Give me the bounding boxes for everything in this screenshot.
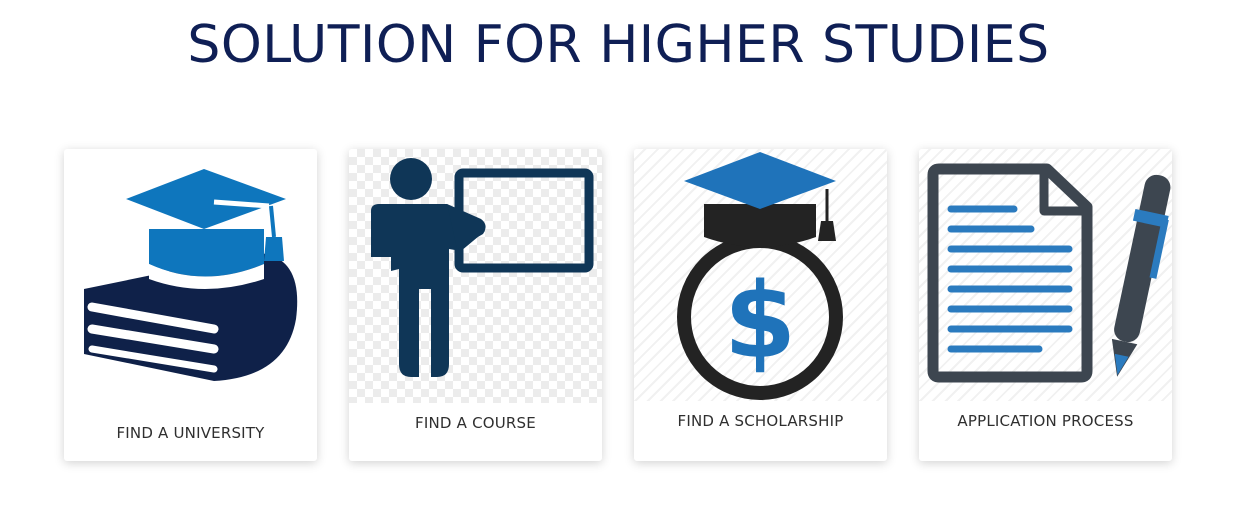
application-process-label: APPLICATION PROCESS <box>957 412 1134 430</box>
application-process-card[interactable]: APPLICATION PROCESS <box>919 149 1172 461</box>
graduation-cap-books-icon <box>84 169 298 381</box>
find-university-image <box>64 149 317 449</box>
find-university-label: FIND A UNIVERSITY <box>116 424 265 442</box>
find-scholarship-label: FIND A SCHOLARSHIP <box>677 412 844 430</box>
find-course-label: FIND A COURSE <box>415 414 536 432</box>
teacher-board-icon <box>371 158 594 377</box>
scholarship-money-bag-icon: $ <box>677 152 843 400</box>
page-title: SOLUTION FOR HIGHER STUDIES <box>187 15 1050 75</box>
document-pen-icon <box>927 163 1171 383</box>
svg-text:$: $ <box>724 260 796 382</box>
find-university-card[interactable]: FIND A UNIVERSITY <box>64 149 317 461</box>
find-scholarship-card[interactable]: $ FIND A SCHOLARSHIP <box>634 149 887 461</box>
find-course-image <box>349 149 602 403</box>
find-scholarship-image: $ <box>634 149 887 401</box>
application-process-image <box>919 149 1172 401</box>
find-course-card[interactable]: FIND A COURSE <box>349 149 602 461</box>
